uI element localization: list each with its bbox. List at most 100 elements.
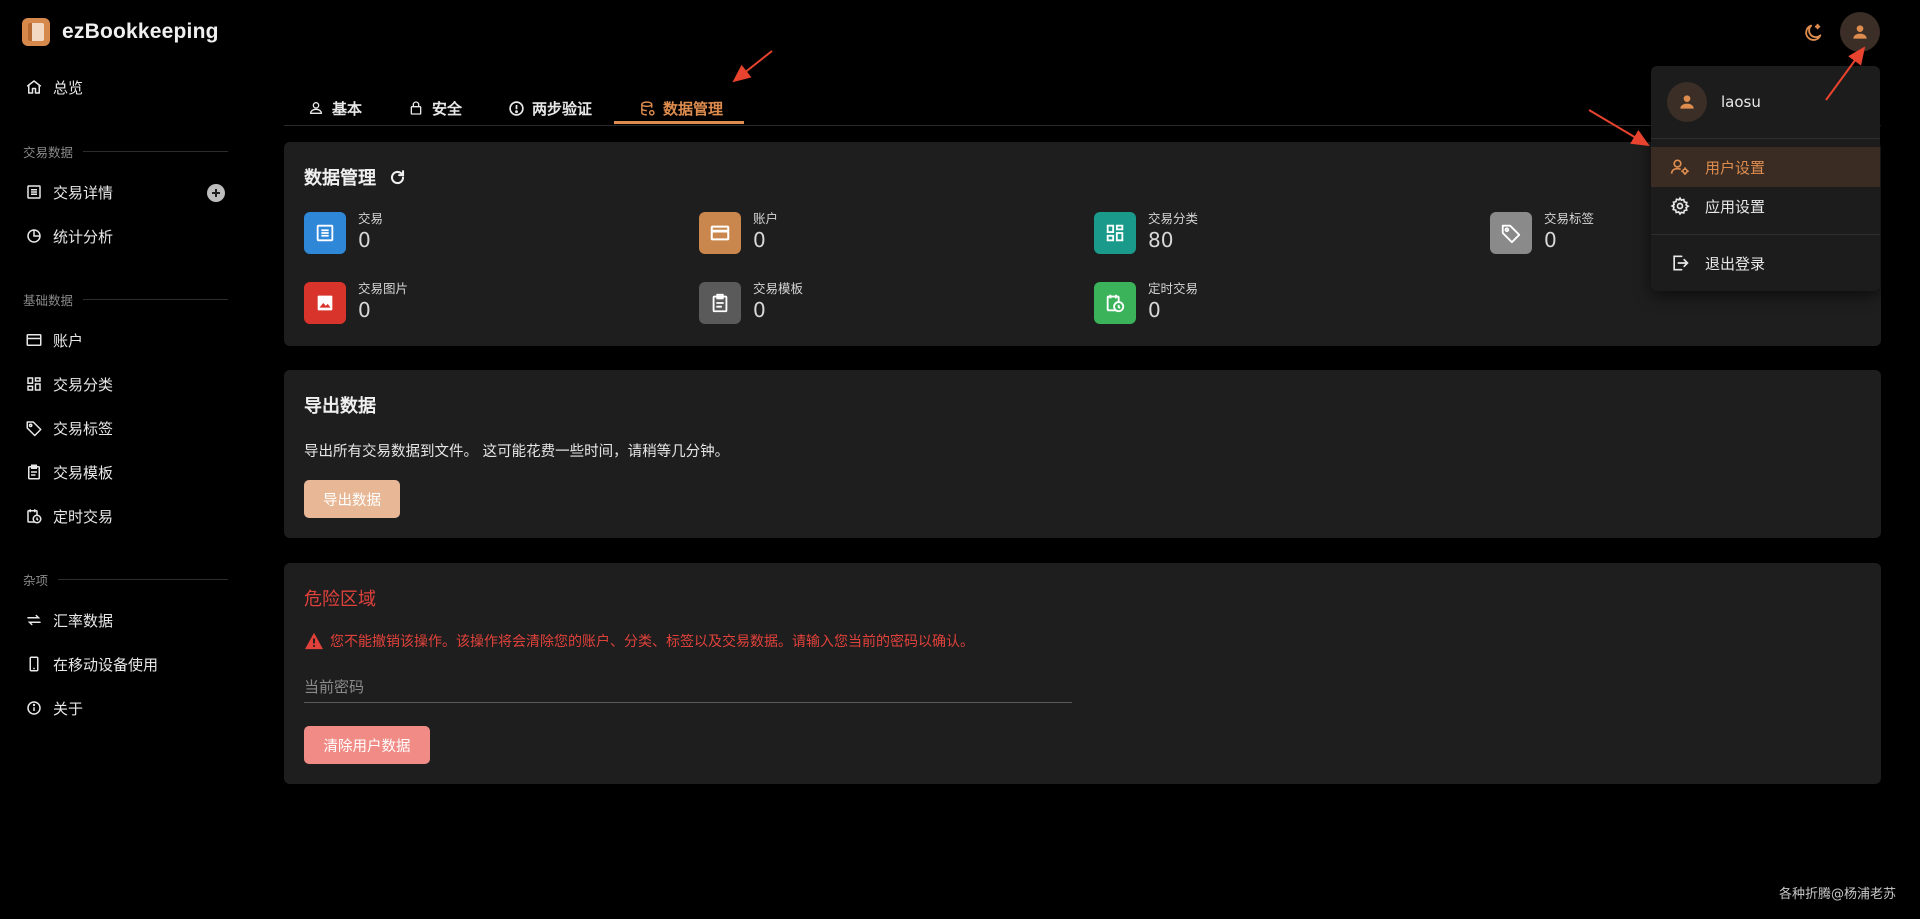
active-tab-indicator xyxy=(614,121,744,124)
danger-zone-card: 危险区域 您不能撤销该操作。该操作将会清除您的账户、分类、标签以及交易数据。请输… xyxy=(284,563,1881,784)
sidebar-item-mobile[interactable]: 在移动设备使用 xyxy=(24,650,158,678)
swap-arrows-icon xyxy=(24,610,44,630)
stat-value: 0 xyxy=(753,298,766,322)
data-management-card: 数据管理 交易 0 账户 0 交易分类 80 交易标签 0 交易图片 0 交易模… xyxy=(284,142,1881,346)
stat-value: 0 xyxy=(1148,298,1161,322)
app-logo-icon xyxy=(22,18,50,46)
sidebar-item-accounts[interactable]: 账户 xyxy=(24,326,83,354)
warning-triangle-icon xyxy=(305,632,323,650)
danger-warning: 您不能撤销该操作。该操作将会清除您的账户、分类、标签以及交易数据。请输入您当前的… xyxy=(304,631,974,651)
calendar-clock-icon xyxy=(24,506,44,526)
clipboard-icon xyxy=(699,282,741,324)
stat-transactions: 交易 0 xyxy=(304,211,383,254)
danger-warning-text: 您不能撤销该操作。该操作将会清除您的账户、分类、标签以及交易数据。请输入您当前的… xyxy=(330,634,974,650)
stat-label: 交易模板 xyxy=(753,281,804,296)
menu-item-label: 应用设置 xyxy=(1705,197,1766,216)
sidebar-item-label: 交易分类 xyxy=(53,375,114,394)
export-title: 导出数据 xyxy=(304,396,376,417)
image-icon xyxy=(304,282,346,324)
menu-item-label: 退出登录 xyxy=(1705,254,1766,273)
add-transaction-button[interactable] xyxy=(207,184,225,202)
menu-divider xyxy=(1651,138,1880,139)
clipboard-icon xyxy=(24,462,44,482)
stat-value: 0 xyxy=(1544,228,1557,252)
refresh-icon[interactable] xyxy=(388,168,407,187)
sidebar-item-label: 总览 xyxy=(53,78,84,97)
settings-tabs: 基本 安全 两步验证 数据管理 xyxy=(284,90,1881,126)
stat-label: 交易图片 xyxy=(358,281,409,296)
user-avatar-button[interactable] xyxy=(1840,12,1880,52)
sidebar-item-tags[interactable]: 交易标签 xyxy=(24,414,113,442)
section-label: 交易数据 xyxy=(23,145,74,160)
tab-basic[interactable]: 基本 xyxy=(307,90,362,126)
logout-icon xyxy=(1669,252,1691,274)
menu-item-user-settings[interactable]: 用户设置 xyxy=(1651,147,1880,187)
menu-divider xyxy=(1651,234,1880,235)
home-icon xyxy=(24,77,44,97)
info-circle-icon xyxy=(24,698,44,718)
sidebar-item-exchange-rates[interactable]: 汇率数据 xyxy=(24,606,113,634)
tab-two-factor[interactable]: 两步验证 xyxy=(507,90,592,126)
plus-icon xyxy=(212,189,220,197)
sidebar-item-statistics[interactable]: 统计分析 xyxy=(24,222,113,250)
list-icon xyxy=(24,182,44,202)
lock-icon xyxy=(407,99,425,117)
cellphone-icon xyxy=(24,654,44,674)
sidebar-section-basic: 基础数据 xyxy=(23,290,228,309)
pie-chart-icon xyxy=(24,226,44,246)
stat-label: 定时交易 xyxy=(1148,281,1199,296)
gear-icon xyxy=(1669,195,1691,217)
data-management-title: 数据管理 xyxy=(304,164,407,190)
stat-label: 交易标签 xyxy=(1544,211,1595,226)
sidebar-section-misc: 杂项 xyxy=(23,570,228,589)
section-label: 杂项 xyxy=(23,573,49,588)
sidebar-item-about[interactable]: 关于 xyxy=(24,694,83,722)
menu-item-app-settings[interactable]: 应用设置 xyxy=(1651,186,1880,226)
tab-label: 安全 xyxy=(432,99,463,118)
stat-value: 0 xyxy=(358,298,371,322)
user-info: laosu xyxy=(1667,82,1761,122)
list-icon xyxy=(304,212,346,254)
sidebar-item-templates[interactable]: 交易模板 xyxy=(24,458,113,486)
menu-item-label: 用户设置 xyxy=(1705,158,1766,177)
sidebar-item-scheduled[interactable]: 定时交易 xyxy=(24,502,113,530)
brand[interactable]: ezBookkeeping xyxy=(22,18,219,46)
sidebar-item-label: 汇率数据 xyxy=(53,611,114,630)
stat-label: 账户 xyxy=(753,211,779,226)
tag-icon xyxy=(1490,212,1532,254)
stat-value: 0 xyxy=(753,228,766,252)
info-circle-icon xyxy=(507,99,525,117)
theme-toggle-button[interactable] xyxy=(1798,18,1828,48)
card-title-text: 数据管理 xyxy=(304,168,376,189)
danger-title: 危险区域 xyxy=(304,589,376,610)
stat-categories: 交易分类 80 xyxy=(1094,211,1198,254)
card-icon xyxy=(699,212,741,254)
sidebar-section-transactions: 交易数据 xyxy=(23,142,228,161)
user-icon xyxy=(307,99,325,117)
export-description: 导出所有交易数据到文件。 这可能花费一些时间，请稍等几分钟。 xyxy=(304,444,730,460)
calendar-clock-icon xyxy=(1094,282,1136,324)
stat-value: 0 xyxy=(358,228,371,252)
sidebar-item-label: 关于 xyxy=(53,699,84,718)
user-cog-icon xyxy=(1669,156,1691,178)
tab-label: 两步验证 xyxy=(532,99,593,118)
sidebar-item-label: 交易标签 xyxy=(53,419,114,438)
user-menu-dropdown: laosu 用户设置 应用设置 退出登录 xyxy=(1651,66,1880,291)
current-password-input[interactable] xyxy=(304,671,1072,703)
avatar xyxy=(1667,82,1707,122)
app-name: ezBookkeeping xyxy=(62,20,219,43)
clear-user-data-button[interactable]: 清除用户数据 xyxy=(304,726,430,764)
menu-item-logout[interactable]: 退出登录 xyxy=(1651,243,1880,283)
export-card: 导出数据 导出所有交易数据到文件。 这可能花费一些时间，请稍等几分钟。 导出数据 xyxy=(284,370,1881,538)
sidebar-item-overview[interactable]: 总览 xyxy=(24,73,83,101)
sidebar-item-label: 在移动设备使用 xyxy=(53,655,159,674)
moon-star-icon xyxy=(1805,23,1822,41)
tag-icon xyxy=(24,418,44,438)
sidebar-item-transaction-details[interactable]: 交易详情 xyxy=(24,178,113,206)
stat-accounts: 账户 0 xyxy=(699,211,779,254)
sidebar-item-categories[interactable]: 交易分类 xyxy=(24,370,113,398)
export-data-button[interactable]: 导出数据 xyxy=(304,480,400,518)
tab-security[interactable]: 安全 xyxy=(407,90,462,126)
user-icon xyxy=(1853,25,1867,39)
sidebar-item-label: 账户 xyxy=(53,331,84,350)
